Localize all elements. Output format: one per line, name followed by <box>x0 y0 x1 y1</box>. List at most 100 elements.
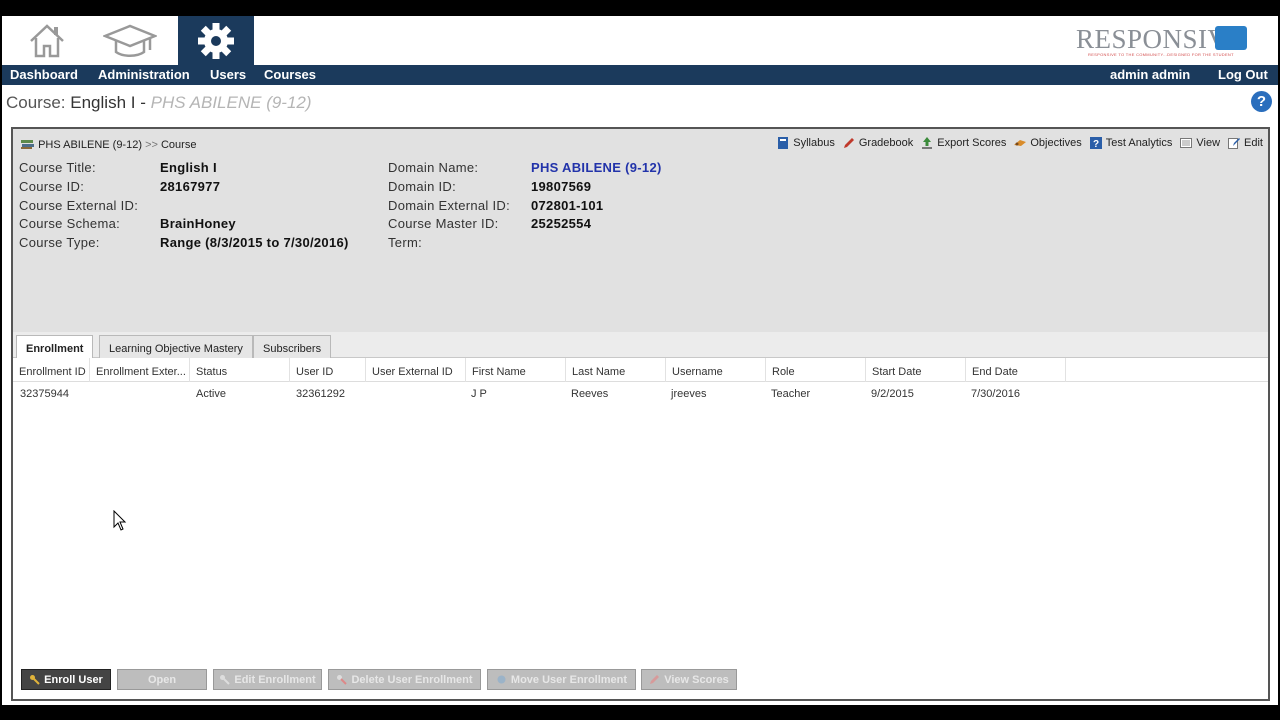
courses-home-button[interactable] <box>92 16 168 65</box>
enroll-user-button[interactable]: Enroll User <box>21 669 111 690</box>
enrollment-grid-header: Enrollment ID Enrollment Exter... Status… <box>13 358 1268 382</box>
detail-course-master-id: Course Master ID: 25252554 <box>388 216 662 235</box>
gear-icon <box>198 22 234 59</box>
help-icon[interactable]: ? <box>1251 91 1272 112</box>
course-details: PHS ABILENE (9-12) >> Course Syllabus Gr… <box>13 129 1268 332</box>
logo-tagline: RESPONSIVE TO THE COMMUNITY...DESIGNED F… <box>1088 52 1234 57</box>
delete-user-enrollment-label: Delete User Enrollment <box>351 673 473 686</box>
detail-value: 28167977 <box>160 178 221 194</box>
column-header[interactable]: End Date <box>966 358 1066 382</box>
course-details-right: Domain Name: PHS ABILENE (9-12) Domain ID… <box>388 160 662 254</box>
export-scores-label: Export Scores <box>937 137 1007 149</box>
edit-label: Edit <box>1244 137 1263 149</box>
tab-learning-objective-mastery[interactable]: Learning Objective Mastery <box>99 335 253 358</box>
edit-button[interactable]: Edit <box>1227 136 1263 150</box>
nav-user-name[interactable]: admin admin <box>1110 67 1190 82</box>
nav-courses[interactable]: Courses <box>264 67 316 82</box>
breadcrumb-domain[interactable]: PHS ABILENE (9-12) <box>38 139 142 151</box>
view-scores-label: View Scores <box>664 673 729 686</box>
delete-user-enrollment-button[interactable]: Delete User Enrollment <box>328 669 481 690</box>
column-header[interactable]: User ID <box>290 358 366 382</box>
page-title-course: English I <box>70 93 136 112</box>
admin-settings-button[interactable] <box>178 16 254 65</box>
books-icon <box>21 140 34 149</box>
detail-label: Course Title: <box>19 160 96 175</box>
edit-icon <box>1228 138 1241 149</box>
gradebook-label: Gradebook <box>858 137 914 149</box>
edit-enrollment-button[interactable]: Edit Enrollment <box>213 669 322 690</box>
cell-start-date: 9/2/2015 <box>871 388 914 400</box>
page-header: Course: English I - PHS ABILENE (9-12) ? <box>2 85 1278 122</box>
detail-course-schema: Course Schema: BrainHoney <box>19 216 349 235</box>
objectives-label: Objectives <box>1030 137 1082 149</box>
objectives-button[interactable]: Objectives <box>1013 136 1082 150</box>
top-icon-bar: RESPONSIVE RESPONSIVE TO THE COMMUNITY..… <box>2 16 1278 65</box>
detail-value: English I <box>160 160 217 175</box>
syllabus-button[interactable]: Syllabus <box>776 136 835 150</box>
view-button[interactable]: View <box>1179 136 1220 150</box>
move-user-enrollment-button[interactable]: Move User Enrollment <box>487 669 636 690</box>
objectives-icon <box>1014 140 1027 146</box>
breadcrumb-current: Course <box>160 139 197 151</box>
column-header[interactable]: Enrollment Exter... <box>90 358 190 382</box>
edit-key-icon <box>220 675 231 685</box>
column-header[interactable]: User External ID <box>366 358 466 382</box>
nav-administration[interactable]: Administration <box>98 67 190 82</box>
column-header[interactable]: Status <box>190 358 290 382</box>
mouse-cursor-icon <box>113 510 127 531</box>
page-title-label: Course: <box>6 93 66 112</box>
view-scores-button[interactable]: View Scores <box>641 669 737 690</box>
scores-pencil-icon <box>650 675 660 684</box>
edit-enrollment-label: Edit Enrollment <box>234 673 316 686</box>
detail-label: Domain Name: <box>388 160 479 175</box>
column-header[interactable]: Enrollment ID <box>13 358 90 382</box>
home-icon <box>30 23 64 57</box>
logo-mark <box>1215 26 1247 50</box>
syllabus-label: Syllabus <box>793 137 835 149</box>
breadcrumb: PHS ABILENE (9-12) >> Course <box>20 138 196 151</box>
app-window: RESPONSIVE RESPONSIVE TO THE COMMUNITY..… <box>2 16 1278 705</box>
export-scores-button[interactable]: Export Scores <box>920 136 1006 150</box>
detail-label: Course External ID: <box>19 197 139 213</box>
open-button[interactable]: Open <box>117 669 207 690</box>
nav-users[interactable]: Users <box>210 67 246 82</box>
cell-first-name: J P <box>471 388 487 400</box>
detail-label: Course Type: <box>19 235 100 251</box>
course-toolbar: Syllabus Gradebook Export Scores Objecti… <box>776 136 1263 150</box>
detail-label: Course Master ID: <box>388 216 499 232</box>
table-row[interactable]: 32375944 Active 32361292 J P Reeves jree… <box>13 383 1268 403</box>
detail-course-external-id: Course External ID: <box>19 198 349 217</box>
graduation-cap-icon <box>103 24 157 57</box>
logout-link[interactable]: Log Out <box>1218 67 1268 82</box>
detail-course-title: Course Title: English I <box>19 160 349 179</box>
main-nav: Dashboard Administration Users Courses a… <box>2 65 1278 85</box>
detail-value: 072801-101 <box>531 197 604 213</box>
detail-course-type: Course Type: Range (8/3/2015 to 7/30/2016… <box>19 235 349 254</box>
course-details-left: Course Title: English I Course ID: 2816797… <box>19 160 349 254</box>
nav-dashboard[interactable]: Dashboard <box>10 67 78 82</box>
delete-key-icon <box>337 675 348 685</box>
cell-username: jreeves <box>671 388 707 400</box>
pencil-icon <box>843 138 854 148</box>
tab-enrollment[interactable]: Enrollment <box>16 335 94 358</box>
column-header[interactable]: Role <box>766 358 866 382</box>
cell-end-date: 7/30/2016 <box>971 388 1020 400</box>
detail-term: Term: <box>388 235 662 254</box>
column-header[interactable]: Username <box>666 358 766 382</box>
detail-label: Course ID: <box>19 178 85 194</box>
domain-name-link[interactable]: PHS ABILENE (9-12) <box>531 160 662 179</box>
detail-label: Term: <box>388 235 422 251</box>
cell-enrollment-id: 32375944 <box>20 388 69 400</box>
column-header[interactable]: Last Name <box>566 358 666 382</box>
breadcrumb-sep: >> <box>145 139 158 151</box>
gradebook-button[interactable]: Gradebook <box>842 136 913 150</box>
tab-subscribers[interactable]: Subscribers <box>253 335 332 358</box>
column-header[interactable]: Start Date <box>866 358 966 382</box>
detail-label: Course Schema: <box>19 216 121 232</box>
home-button[interactable] <box>9 16 85 65</box>
question-icon: ? <box>1089 137 1102 150</box>
export-icon <box>922 137 933 149</box>
column-header[interactable]: First Name <box>466 358 566 382</box>
test-analytics-button[interactable]: ? Test Analytics <box>1089 136 1172 150</box>
cell-status: Active <box>196 388 226 400</box>
